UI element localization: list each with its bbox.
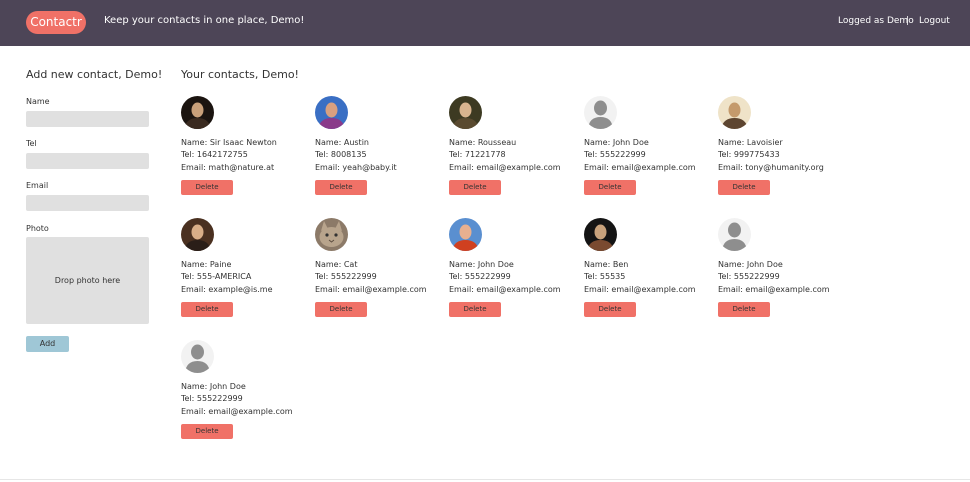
contact-tel: Tel: 555222999	[718, 272, 780, 281]
email-input[interactable]	[26, 195, 149, 211]
contact-name: Name: John Doe	[181, 382, 246, 391]
contact-card: Name: Ben Tel: 55535 Email: email@example.…	[584, 218, 714, 328]
contact-card: Name: John Doe Tel: 555222999 Email: email…	[181, 340, 311, 450]
delete-contact-button[interactable]: Delete	[181, 424, 233, 439]
add-contact-title: Add new contact, Demo!	[26, 68, 163, 81]
delete-contact-button[interactable]: Delete	[584, 302, 636, 317]
contact-name: Name: Sir Isaac Newton	[181, 138, 277, 147]
contact-email: Email: email@example.com	[315, 285, 427, 294]
contact-email: Email: email@example.com	[718, 285, 830, 294]
contact-tel: Tel: 8008135	[315, 150, 367, 159]
tagline: Keep your contacts in one place, Demo!	[104, 15, 305, 26]
top-bar: Contactr Keep your contacts in one place…	[0, 0, 970, 46]
delete-contact-button[interactable]: Delete	[718, 180, 770, 195]
contact-avatar	[315, 218, 348, 251]
contact-card: Name: John Doe Tel: 555222999 Email: email…	[584, 96, 714, 206]
contact-name: Name: John Doe	[718, 260, 783, 269]
contact-avatar	[718, 218, 751, 251]
contact-tel: Tel: 999775433	[718, 150, 780, 159]
contact-card: Name: Sir Isaac Newton Tel: 1642172755 Ema…	[181, 96, 311, 206]
contact-name: Name: Paine	[181, 260, 232, 269]
contact-card: Name: Rousseau Tel: 71221778 Email: email@…	[449, 96, 579, 206]
contact-email: Email: email@example.com	[584, 285, 696, 294]
page-divider	[0, 479, 970, 480]
contact-card: Name: Cat Tel: 555222999 Email: email@exam…	[315, 218, 445, 328]
contact-avatar	[718, 96, 751, 129]
contact-name: Name: John Doe	[584, 138, 649, 147]
contact-avatar	[584, 96, 617, 129]
tel-input[interactable]	[26, 153, 149, 169]
name-input[interactable]	[26, 111, 149, 127]
contact-card: Name: Lavoisier Tel: 999775433 Email: tony…	[718, 96, 848, 206]
logged-as-text: Logged as Demo	[838, 16, 914, 26]
contact-avatar	[181, 218, 214, 251]
contact-tel: Tel: 71221778	[449, 150, 506, 159]
contact-name: Name: Austin	[315, 138, 369, 147]
contact-card: Name: Austin Tel: 8008135 Email: yeah@baby…	[315, 96, 445, 206]
contact-avatar	[449, 96, 482, 129]
contact-name: Name: John Doe	[449, 260, 514, 269]
contact-avatar	[315, 96, 348, 129]
contact-tel: Tel: 555-AMERICA	[181, 272, 252, 281]
contact-tel: Tel: 555222999	[584, 150, 646, 159]
add-contact-button[interactable]: Add	[26, 336, 69, 352]
contact-email: Email: email@example.com	[449, 285, 561, 294]
contact-avatar	[584, 218, 617, 251]
app-logo[interactable]: Contactr	[26, 11, 86, 34]
contact-card: Name: Paine Tel: 555-AMERICA Email: exampl…	[181, 218, 311, 328]
contact-email: Email: tony@humanity.org	[718, 163, 824, 172]
contact-tel: Tel: 55535	[584, 272, 626, 281]
photo-label: Photo	[26, 224, 49, 233]
delete-contact-button[interactable]: Delete	[315, 302, 367, 317]
contact-email: Email: yeah@baby.it	[315, 163, 397, 172]
email-label: Email	[26, 181, 49, 190]
contact-avatar	[449, 218, 482, 251]
contact-name: Name: Lavoisier	[718, 138, 783, 147]
contact-tel: Tel: 555222999	[181, 394, 243, 403]
contact-name: Name: Ben	[584, 260, 629, 269]
contact-tel: Tel: 1642172755	[181, 150, 248, 159]
contact-card: Name: John Doe Tel: 555222999 Email: email…	[718, 218, 848, 328]
delete-contact-button[interactable]: Delete	[718, 302, 770, 317]
contact-email: Email: email@example.com	[449, 163, 561, 172]
photo-drop-zone[interactable]: Drop photo here	[26, 237, 149, 324]
contact-tel: Tel: 555222999	[449, 272, 511, 281]
contact-avatar	[181, 96, 214, 129]
header-separator: |	[906, 16, 910, 26]
name-label: Name	[26, 97, 50, 106]
tel-label: Tel	[26, 139, 37, 148]
contact-card: Name: John Doe Tel: 555222999 Email: email…	[449, 218, 579, 328]
contacts-title: Your contacts, Demo!	[181, 68, 299, 81]
delete-contact-button[interactable]: Delete	[181, 180, 233, 195]
contact-avatar	[181, 340, 214, 373]
contact-email: Email: example@is.me	[181, 285, 273, 294]
contact-name: Name: Cat	[315, 260, 358, 269]
delete-contact-button[interactable]: Delete	[584, 180, 636, 195]
delete-contact-button[interactable]: Delete	[449, 302, 501, 317]
delete-contact-button[interactable]: Delete	[315, 180, 367, 195]
contact-tel: Tel: 555222999	[315, 272, 377, 281]
delete-contact-button[interactable]: Delete	[449, 180, 501, 195]
contact-email: Email: math@nature.at	[181, 163, 275, 172]
delete-contact-button[interactable]: Delete	[181, 302, 233, 317]
logout-link[interactable]: Logout	[919, 16, 950, 26]
contact-name: Name: Rousseau	[449, 138, 517, 147]
contact-email: Email: email@example.com	[584, 163, 696, 172]
contact-email: Email: email@example.com	[181, 407, 293, 416]
